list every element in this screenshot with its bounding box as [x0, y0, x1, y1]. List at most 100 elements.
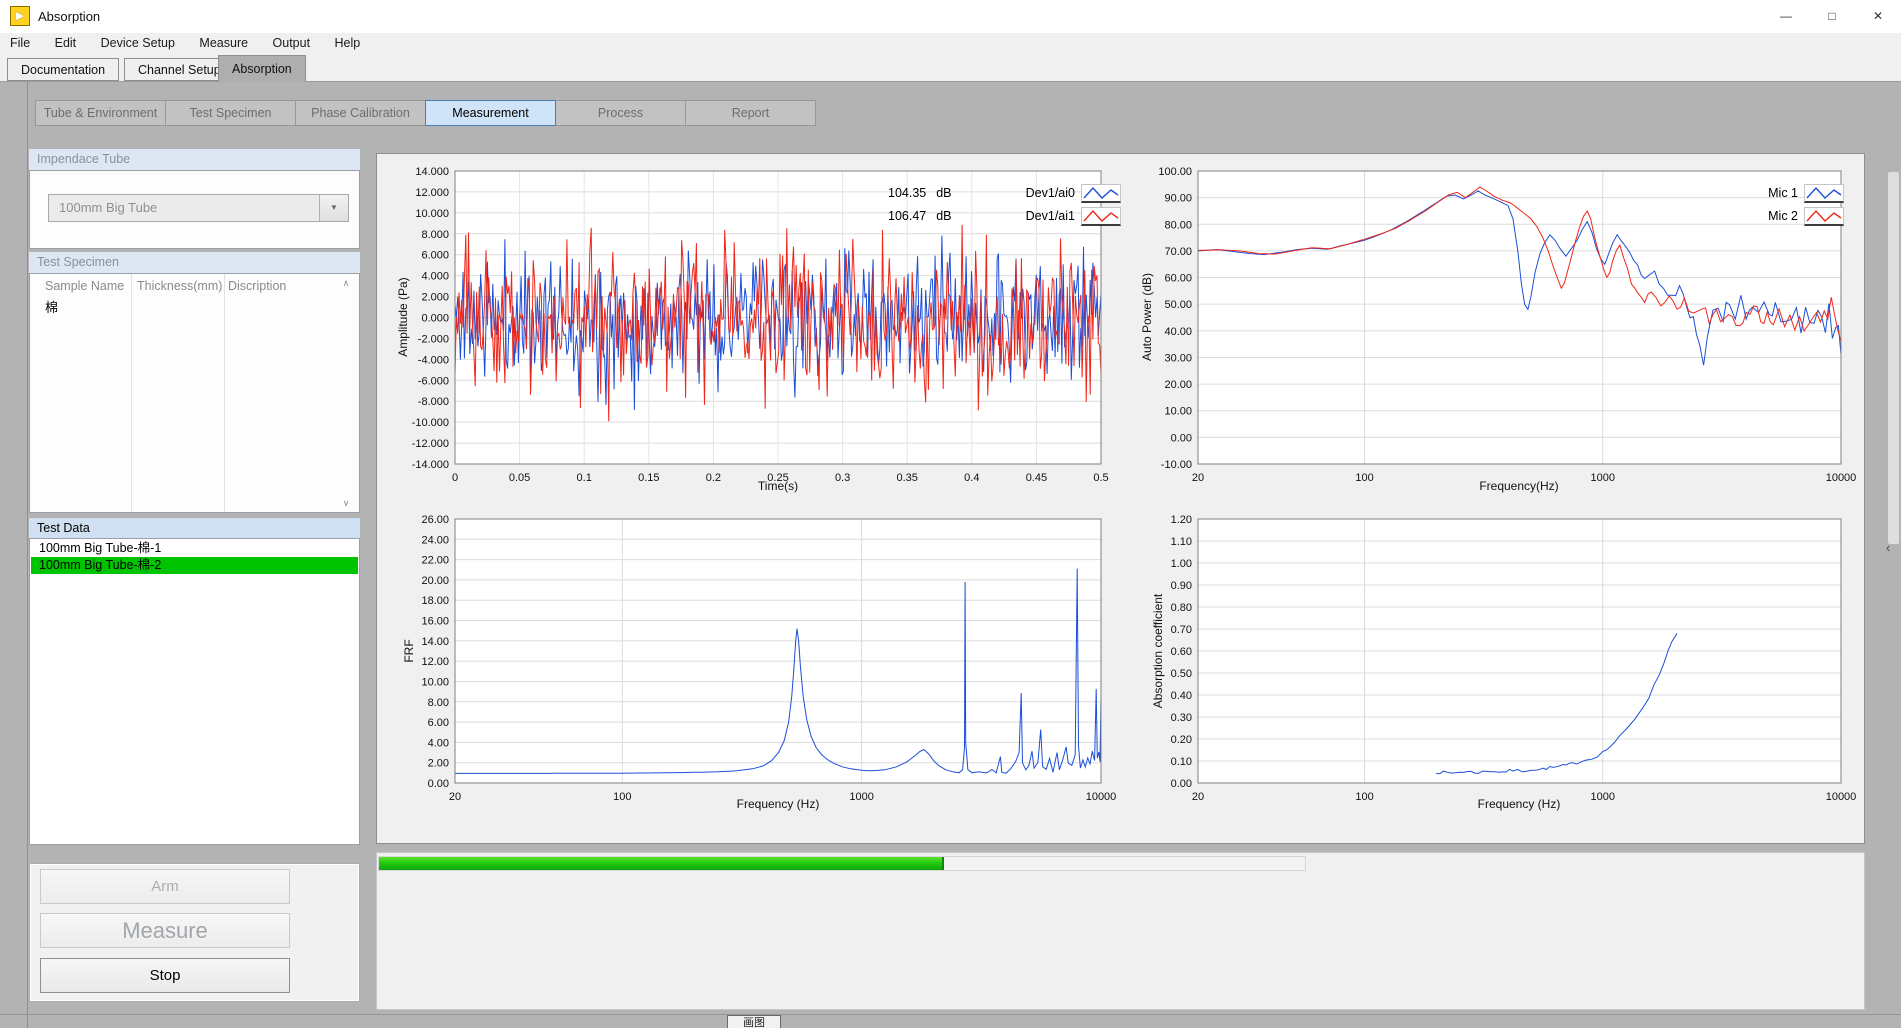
menu-edit[interactable]: Edit	[45, 33, 87, 54]
svg-text:0.2: 0.2	[706, 472, 721, 484]
svg-text:4.000: 4.000	[421, 271, 449, 283]
bottom-tab-plot[interactable]: 画图	[727, 1015, 781, 1028]
measure-button[interactable]: Measure	[40, 913, 290, 948]
tab-documentation[interactable]: Documentation	[7, 58, 119, 81]
svg-text:-8.000: -8.000	[418, 396, 449, 408]
menu-device-setup[interactable]: Device Setup	[91, 33, 185, 54]
stop-button[interactable]: Stop	[40, 958, 290, 993]
svg-text:2.00: 2.00	[428, 758, 449, 770]
specimen-row-sample-name[interactable]: 棉	[45, 297, 58, 316]
svg-text:-4.000: -4.000	[418, 354, 449, 366]
svg-text:-10.00: -10.00	[1161, 459, 1192, 471]
charts-canvas: 14.00012.00010.0008.0006.0004.0002.0000.…	[376, 153, 1865, 844]
tab-absorption[interactable]: Absorption	[218, 55, 306, 82]
svg-text:0.4: 0.4	[964, 472, 979, 484]
legend-dev1-ai1[interactable]: Dev1/ai1	[985, 209, 1075, 223]
svg-text:20: 20	[1192, 791, 1204, 803]
main-tab-strip: Documentation Channel Setup Absorption	[0, 54, 1901, 82]
close-button-icon[interactable]: ✕	[1855, 0, 1901, 32]
svg-text:60.00: 60.00	[1164, 273, 1192, 285]
test-data-listbox	[29, 538, 360, 845]
svg-text:1000: 1000	[1591, 472, 1615, 484]
legend-dev1-ai0[interactable]: Dev1/ai0	[985, 186, 1075, 200]
subtab-report[interactable]: Report	[685, 100, 816, 126]
measure-button-label: Measure	[47, 918, 283, 944]
legend-line-icon-mic2[interactable]	[1804, 207, 1844, 226]
svg-text:50.00: 50.00	[1164, 299, 1192, 311]
legend-mic-1[interactable]: Mic 1	[1708, 186, 1798, 200]
test-specimen-table	[29, 273, 360, 513]
y-axis-label-amplitude: Amplitude (Pa)	[396, 277, 410, 356]
legend-line-icon-ai1[interactable]	[1081, 207, 1121, 226]
svg-text:20: 20	[449, 791, 461, 803]
svg-text:1.20: 1.20	[1171, 514, 1192, 526]
test-data-item-1[interactable]: 100mm Big Tube-棉-1	[31, 540, 358, 557]
y-axis-label-frf: FRF	[402, 639, 416, 662]
menu-file[interactable]: File	[0, 33, 40, 54]
vertical-scrollbar-thumb[interactable]	[1888, 172, 1899, 544]
subtab-tube-environment[interactable]: Tube & Environment	[35, 100, 166, 126]
svg-text:20: 20	[1192, 472, 1204, 484]
svg-text:1.10: 1.10	[1171, 536, 1192, 548]
subtab-process[interactable]: Process	[555, 100, 686, 126]
svg-text:90.00: 90.00	[1164, 193, 1192, 205]
x-axis-label-frequency-3: Frequency (Hz)	[1478, 797, 1561, 811]
app-window: ▶ Absorption — □ ✕ File Edit Device Setu…	[0, 0, 1901, 1028]
svg-text:80.00: 80.00	[1164, 219, 1192, 231]
svg-text:100: 100	[613, 791, 631, 803]
svg-text:0.90: 0.90	[1171, 580, 1192, 592]
column-thickness[interactable]: Thickness(mm)	[137, 279, 222, 293]
menu-measure[interactable]: Measure	[189, 33, 258, 54]
svg-text:20.00: 20.00	[421, 575, 449, 587]
impedance-tube-dropdown[interactable]: 100mm Big Tube ▼	[48, 194, 349, 222]
subtab-phase-calibration[interactable]: Phase Calibration	[295, 100, 426, 126]
svg-text:26.00: 26.00	[421, 514, 449, 526]
svg-text:0.60: 0.60	[1171, 646, 1192, 658]
test-specimen-header: Test Specimen	[29, 252, 360, 273]
column-sample-name[interactable]: Sample Name	[45, 279, 124, 293]
menu-output[interactable]: Output	[263, 33, 321, 54]
sidebar-splitter[interactable]	[27, 82, 28, 1028]
svg-text:1000: 1000	[849, 791, 873, 803]
legend-line-icon-ai0[interactable]	[1081, 184, 1121, 203]
table-column-divider	[131, 274, 132, 512]
maximize-button-icon[interactable]: □	[1809, 0, 1855, 32]
arm-button[interactable]: Arm	[40, 869, 290, 904]
svg-text:70.00: 70.00	[1164, 246, 1192, 258]
legend-line-icon-mic1[interactable]	[1804, 184, 1844, 203]
svg-text:0.00: 0.00	[1171, 778, 1192, 790]
scroll-down-icon[interactable]: ∨	[338, 498, 354, 509]
svg-text:16.00: 16.00	[421, 616, 449, 628]
menu-help[interactable]: Help	[325, 33, 371, 54]
svg-text:0.20: 0.20	[1171, 734, 1192, 746]
svg-text:10000: 10000	[1826, 472, 1857, 484]
svg-text:0.3: 0.3	[835, 472, 850, 484]
subtab-measurement[interactable]: Measurement	[425, 100, 556, 126]
legend-mic-2[interactable]: Mic 2	[1708, 209, 1798, 223]
svg-text:0.05: 0.05	[509, 472, 530, 484]
svg-text:0: 0	[452, 472, 458, 484]
menu-bar: File Edit Device Setup Measure Output He…	[0, 33, 1901, 54]
svg-text:18.00: 18.00	[421, 595, 449, 607]
svg-text:0.5: 0.5	[1093, 472, 1108, 484]
column-discription[interactable]: Discription	[228, 279, 286, 293]
minimize-button-icon[interactable]: —	[1763, 0, 1809, 32]
svg-text:-2.000: -2.000	[418, 333, 449, 345]
svg-text:1000: 1000	[1591, 791, 1615, 803]
dropdown-arrow-icon[interactable]: ▼	[319, 195, 348, 221]
subtab-test-specimen[interactable]: Test Specimen	[165, 100, 296, 126]
scroll-up-icon[interactable]: ∧	[338, 278, 354, 289]
stage-button-bar: Tube & Environment Test Specimen Phase C…	[36, 100, 816, 126]
test-data-item-2-selected[interactable]: 100mm Big Tube-棉-2	[31, 557, 358, 574]
svg-text:100.00: 100.00	[1158, 166, 1192, 178]
chevron-left-icon[interactable]: ‹	[1886, 540, 1890, 555]
svg-text:6.00: 6.00	[428, 717, 449, 729]
y-axis-label-absorption: Absorption coefficient	[1151, 594, 1165, 709]
svg-text:-12.000: -12.000	[412, 438, 449, 450]
svg-text:-6.000: -6.000	[418, 375, 449, 387]
arm-button-label: Arm	[47, 878, 283, 895]
absorption-plot-area: 1.201.101.000.900.800.700.600.500.400.30…	[1171, 514, 1857, 803]
svg-text:8.00: 8.00	[428, 697, 449, 709]
progress-bar	[378, 856, 1306, 871]
stop-button-label: Stop	[47, 967, 283, 984]
